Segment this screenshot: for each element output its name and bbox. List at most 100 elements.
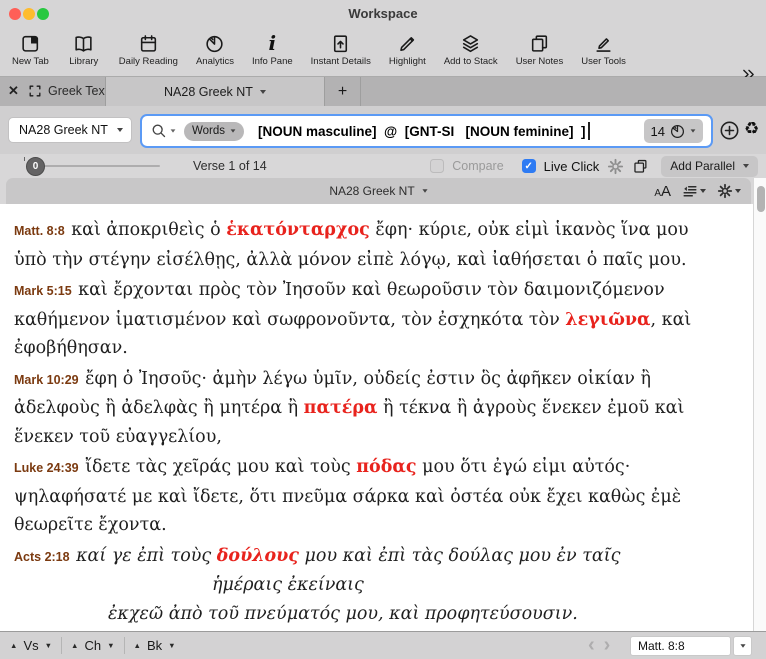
tab-strip: ✕ Greek Texts NA28 Greek NT + [0, 77, 766, 106]
chevron-down-icon [700, 189, 706, 193]
search-hit-word: πατέρα [304, 398, 378, 418]
add-tab-label: + [338, 83, 347, 101]
verse-list[interactable]: Matt. 8:8 καὶ ἀποκριθεὶς ὁ ἑκατόνταρχος … [0, 204, 753, 631]
main-toolbar: New Tab Library Daily Reading Analytics … [0, 28, 766, 77]
chevron-down-icon [691, 129, 696, 132]
verse-status-text: Verse 1 of 14 [193, 159, 267, 173]
chapter-stepper-label: Ch [84, 638, 101, 653]
search-hit-word: δούλους [217, 546, 299, 566]
pane-title-dropdown[interactable]: NA28 Greek NT [6, 178, 751, 204]
pane-title: NA28 Greek NT [329, 184, 414, 198]
gear-icon[interactable] [607, 158, 624, 175]
add-to-stack-button[interactable]: Add to Stack [444, 32, 498, 67]
verse: Acts 2:18 καί γε ἐπὶ τοὺς δούλους μου κα… [14, 542, 719, 629]
search-mode-label: Words [192, 125, 225, 137]
title-bar: Workspace [0, 0, 766, 28]
add-parallel-label: Add Parallel [670, 159, 735, 173]
chevron-down-icon [171, 129, 176, 132]
search-query-text[interactable]: [NOUN masculine] @ [GNT-SI [NOUN feminin… [258, 124, 585, 139]
daily-reading-button[interactable]: Daily Reading [119, 32, 178, 67]
workspace-window: Workspace New Tab Library Daily Reading … [0, 0, 766, 659]
toolbar-label: Analytics [196, 56, 234, 67]
step-up-icon[interactable]: ▲ [10, 641, 17, 650]
font-size-big-a: A [661, 183, 671, 200]
analytics-button[interactable]: Analytics [196, 32, 234, 67]
expand-zone-icon[interactable] [28, 84, 42, 98]
font-size-button[interactable]: AA [654, 183, 671, 200]
toolbar-label: New Tab [12, 56, 49, 67]
plus-circle-icon[interactable] [719, 120, 740, 141]
chapter-stepper: ▲ Ch ▼ [71, 638, 115, 653]
search-hit-word: πόδας [356, 457, 416, 477]
add-parallel-button[interactable]: Add Parallel [661, 156, 758, 177]
verse-reference[interactable]: Matt. 8:8 [14, 224, 71, 238]
library-button[interactable]: Library [67, 32, 101, 67]
daily-reading-icon [138, 32, 159, 54]
hit-count-badge[interactable]: 14 [644, 119, 703, 143]
recycle-icon[interactable]: ♻ [744, 119, 759, 139]
add-to-stack-icon [460, 32, 481, 54]
text-selector-dropdown[interactable]: NA28 Greek NT [8, 117, 132, 143]
step-up-icon[interactable]: ▲ [134, 641, 141, 650]
text-cursor [588, 122, 590, 140]
step-down-icon[interactable]: ▼ [168, 641, 175, 650]
toolbar-label: Highlight [389, 56, 426, 67]
scrollbar-thumb[interactable] [757, 186, 765, 212]
magnifier-icon[interactable] [151, 123, 176, 139]
chevron-down-icon [117, 128, 123, 132]
search-row: NA28 Greek NT Words [NOUN masculine] @ [… [0, 106, 766, 154]
text-display-settings-icon[interactable] [682, 184, 706, 199]
toolbar-label: Library [69, 56, 98, 67]
step-down-icon[interactable]: ▼ [107, 641, 114, 650]
user-notes-icon [529, 32, 550, 54]
divider [124, 637, 125, 654]
book-stepper-label: Bk [147, 638, 162, 653]
pane-header-row: NA28 Greek NT AA [0, 178, 766, 204]
compare-label: Compare [452, 159, 503, 173]
toolbar-label: Info Pane [252, 56, 293, 67]
close-zone-icon[interactable]: ✕ [8, 83, 19, 99]
user-tools-icon [593, 32, 614, 54]
window-title: Workspace [0, 6, 766, 21]
duplicate-pane-icon[interactable] [632, 158, 649, 175]
verse: Mark 5:15 καὶ ἔρχονται πρὸς τὸν Ἰησοῦν κ… [14, 276, 719, 363]
verse-reference[interactable]: Mark 10:29 [14, 373, 85, 387]
search-input[interactable]: Words [NOUN masculine] @ [GNT-SI [NOUN f… [140, 114, 713, 148]
hit-count: 14 [651, 124, 665, 139]
slider-tick [24, 157, 25, 161]
info-pane-icon: i [269, 32, 277, 54]
slider-value: 0 [33, 161, 39, 172]
history-forward-icon[interactable]: › [604, 632, 611, 659]
user-tools-button[interactable]: User Tools [581, 32, 626, 67]
step-up-icon[interactable]: ▲ [71, 641, 78, 650]
verse: Luke 24:39 ἴδετε τὰς χεῖράς μου καὶ τοὺς… [14, 453, 719, 540]
verse-reference[interactable]: Acts 2:18 [14, 550, 76, 564]
search-hit-word: λεγιῶνα [565, 310, 650, 330]
pane-gear-icon[interactable] [717, 183, 741, 199]
verse-slider-knob[interactable]: 0 [26, 157, 45, 176]
verse-reference[interactable]: Mark 5:15 [14, 284, 78, 298]
highlight-button[interactable]: Highlight [389, 32, 426, 67]
instant-details-button[interactable]: Instant Details [311, 32, 371, 67]
book-stepper: ▲ Bk ▼ [134, 638, 176, 653]
chevron-down-icon [231, 129, 236, 132]
poetry-indent [14, 618, 108, 619]
live-click-checkbox[interactable]: ✓ [522, 159, 536, 173]
search-mode-dropdown[interactable]: Words [184, 122, 244, 141]
add-tab-button[interactable]: + [325, 77, 361, 106]
compare-checkbox[interactable] [430, 159, 444, 173]
tab-na28-greek-nt[interactable]: NA28 Greek NT [105, 77, 325, 106]
verse-slider[interactable] [32, 165, 160, 167]
go-to-reference-dropdown[interactable] [733, 636, 752, 656]
library-icon [73, 32, 94, 54]
step-down-icon[interactable]: ▼ [45, 641, 52, 650]
vertical-scrollbar[interactable] [753, 178, 766, 631]
history-back-icon[interactable]: ‹ [588, 632, 595, 659]
go-to-reference-field[interactable]: Matt. 8:8 [630, 636, 731, 656]
tab-label: NA28 Greek NT [164, 85, 253, 99]
user-notes-button[interactable]: User Notes [516, 32, 564, 67]
chevron-down-icon [422, 189, 427, 192]
verse-reference[interactable]: Luke 24:39 [14, 461, 85, 475]
info-pane-button[interactable]: i Info Pane [252, 32, 293, 67]
new-tab-button[interactable]: New Tab [12, 32, 49, 67]
